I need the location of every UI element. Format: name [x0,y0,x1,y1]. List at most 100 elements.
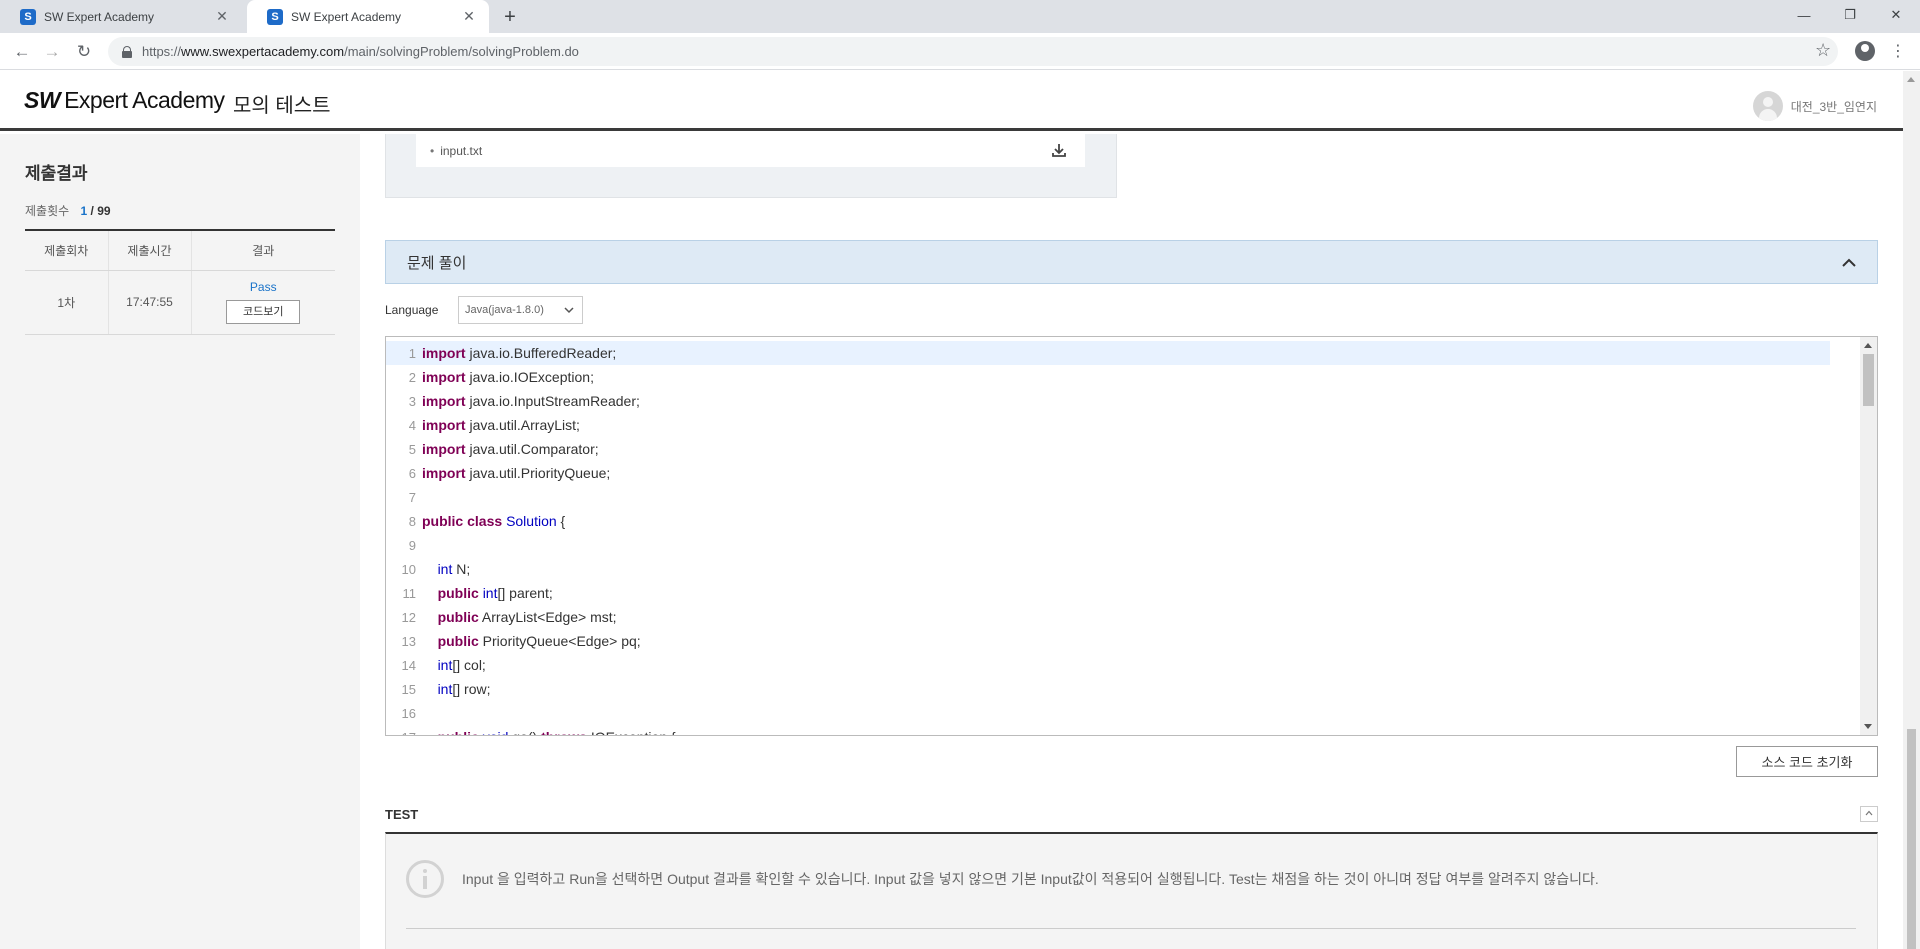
result-status: Pass [249,280,277,294]
line-number: 17 [386,726,416,735]
restore-icon[interactable]: ❐ [1827,0,1873,30]
code-token: public [437,609,479,625]
minimize-icon[interactable]: — [1781,0,1827,30]
submission-round: 1차 [25,270,109,335]
code-token: throws [541,729,587,735]
code-line[interactable]: 8 public class Solution { [386,509,1861,533]
scroll-up-icon[interactable] [1864,343,1872,348]
line-number: 10 [401,562,416,577]
code-token: ArrayList<Edge> mst; [478,609,617,625]
file-name: input.txt [440,143,483,158]
code-token: java.util.Comparator; [465,441,599,457]
code-line[interactable]: 5 import java.util.Comparator; [386,437,1861,461]
scroll-thumb[interactable] [1907,729,1916,949]
test-collapse-button[interactable] [1860,806,1878,822]
bookmark-star-icon[interactable]: ☆ [1815,40,1831,61]
code-token: java.io.IOException; [465,369,594,385]
code-line[interactable]: 6 import java.util.PriorityQueue; [386,461,1861,485]
browser-tab-bar: S SW Expert Academy ✕ S SW Expert Academ… [0,0,1920,33]
logo-text: Expert Academy [64,87,225,113]
view-code-button[interactable]: 코드보기 [226,300,301,324]
line-number: 1 [408,346,416,361]
site-header: SW Expert Academy 모의 테스트 대전_3반_임연지 [0,71,1920,131]
chevron-up-icon[interactable] [1841,255,1857,271]
download-icon[interactable] [1051,142,1067,158]
code-token: int [437,681,453,697]
code-line[interactable]: 10 int N; [386,557,1861,581]
close-icon[interactable]: ✕ [461,8,477,25]
code-line[interactable]: 13 public PriorityQueue<Edge> pq; [386,629,1861,653]
close-window-icon[interactable]: ✕ [1873,0,1919,30]
user-name: 대전_3반_임연지 [1790,99,1877,114]
line-number: 2 [408,370,416,385]
address-bar[interactable]: https://www.swexpertacademy.com/main/sol… [108,37,1838,66]
code-line[interactable]: 9 [386,533,1861,557]
submission-panel: 제출결과 제출횟수 1 / 99 제출회차 제출시간 결과 1차 17:47:5… [0,134,360,949]
site-logo[interactable]: SW Expert Academy [24,87,225,114]
user-menu[interactable]: 대전_3반_임연지 [1752,91,1877,121]
code-line[interactable]: 2 import java.io.IOException; [386,365,1861,389]
count-label: 제출횟수 [25,204,70,218]
code-line[interactable]: 11 public int[] parent; [386,581,1861,605]
solve-section-header[interactable]: 문제 풀이 [385,240,1878,284]
reset-code-button[interactable]: 소스 코드 초기화 [1736,746,1878,777]
line-number: 7 [408,490,416,505]
input-file-box: • input.txt [385,134,1117,198]
sw-favicon-icon: S [267,8,283,25]
code-line[interactable]: 4 import java.util.ArrayList; [386,413,1861,437]
scroll-down-icon[interactable] [1864,724,1872,729]
code-line[interactable]: 12 public ArrayList<Edge> mst; [386,605,1861,629]
url-prefix: https:// [142,44,182,59]
code-token: public [437,585,479,601]
forward-arrow-icon[interactable]: → [38,38,66,66]
line-number: 3 [408,394,416,409]
line-number: 15 [401,682,416,697]
editor-scrollbar[interactable] [1860,337,1877,735]
scroll-thumb[interactable] [1863,354,1874,406]
menu-kebab-icon[interactable]: ⋮ [1890,41,1906,61]
code-line[interactable]: 17 public void go() throws IOException { [386,725,1861,735]
table-row: 1차 17:47:55 Pass 코드보기 [25,270,335,335]
url-path: /main/solvingProblem/solvingProblem.do [344,44,579,59]
new-tab-button[interactable]: + [499,6,521,28]
code-token: go() [508,729,541,735]
line-number: 6 [408,466,416,481]
code-line[interactable]: 16 [386,701,1861,725]
code-token: int [482,585,498,601]
code-token: class [467,513,503,529]
line-number: 8 [408,514,416,529]
code-line[interactable]: 7 [386,485,1861,509]
code-line[interactable]: 3 import java.io.InputStreamReader; [386,389,1861,413]
browser-tab[interactable]: S SW Expert Academy ✕ [0,0,242,33]
close-icon[interactable]: ✕ [214,8,230,25]
submission-count: 제출횟수 1 / 99 [25,202,111,219]
test-info-text: Input 을 입력하고 Run을 선택하면 Output 결과를 확인할 수 … [462,871,1599,887]
column-header: 결과 [191,229,335,271]
code-token: int [437,657,453,673]
browser-tab-active[interactable]: S SW Expert Academy ✕ [247,0,489,33]
input-file-item: • input.txt [416,134,1085,167]
code-token: import [422,417,466,433]
code-token: import [422,369,466,385]
code-token: java.util.ArrayList; [465,417,580,433]
browser-toolbar: ← → ↻ https://www.swexpertacademy.com/ma… [0,33,1920,70]
code-editor[interactable]: 1 import java.io.BufferedReader; 2 import j… [385,336,1878,736]
back-arrow-icon[interactable]: ← [8,38,36,66]
code-token: public [437,633,479,649]
page-scrollbar[interactable] [1903,71,1920,949]
info-icon [406,860,444,898]
code-token: java.util.PriorityQueue; [465,465,611,481]
scroll-up-icon[interactable] [1907,77,1915,82]
code-line[interactable]: 15 int[] row; [386,677,1861,701]
code-token: import [422,441,466,457]
line-number: 11 [402,586,417,601]
reload-icon[interactable]: ↻ [70,38,98,66]
solve-title: 문제 풀이 [407,254,467,272]
line-number: 14 [401,658,416,673]
code-token: void [483,729,509,735]
sw-favicon-icon: S [20,8,36,25]
code-line[interactable]: 1 import java.io.BufferedReader; [386,341,1830,365]
language-select[interactable]: Java(java-1.8.0) [458,296,583,324]
profile-icon[interactable] [1855,41,1875,61]
code-line[interactable]: 14 int[] col; [386,653,1861,677]
